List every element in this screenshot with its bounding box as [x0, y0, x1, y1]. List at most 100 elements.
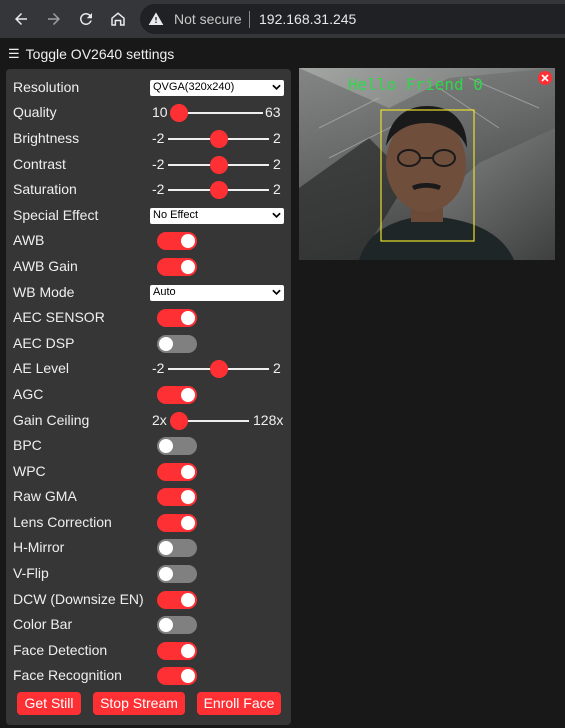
contrast-min: -2	[152, 156, 165, 172]
lens-correction-row: Lens Correction	[6, 511, 291, 535]
stop-stream-button[interactable]: Stop Stream	[93, 692, 185, 715]
saturation-row: Saturation -2 2	[6, 178, 291, 202]
arrow-left-icon	[15, 13, 27, 25]
gain-ceiling-min: 2x	[152, 412, 167, 428]
h-mirror-toggle[interactable]	[157, 539, 197, 557]
gain-ceiling-row: Gain Ceiling 2x 128x	[6, 409, 291, 433]
special-effect-value: No Effect	[153, 209, 199, 221]
home-button[interactable]	[106, 7, 130, 31]
color-bar-row: Color Bar	[6, 613, 291, 637]
face-detection-toggle[interactable]	[157, 642, 197, 660]
overlay-text: Hello Friend 0	[348, 75, 483, 94]
raw-gma-toggle[interactable]	[157, 488, 197, 506]
arrow-right-icon	[48, 13, 60, 25]
contrast-max: 2	[273, 156, 281, 172]
v-flip-label: V-Flip	[13, 565, 49, 581]
toggle-knob	[181, 388, 195, 402]
dcw-row: DCW (Downsize EN)	[6, 588, 291, 612]
resolution-label: Resolution	[13, 79, 80, 95]
contrast-label: Contrast	[13, 156, 66, 172]
toggle-knob	[159, 618, 173, 632]
lens-correction-label: Lens Correction	[13, 514, 112, 530]
quality-max: 63	[265, 104, 281, 120]
v-flip-toggle[interactable]	[157, 565, 197, 583]
forward-button[interactable]	[42, 7, 66, 31]
awb-toggle[interactable]	[157, 232, 197, 250]
reload-button[interactable]	[74, 7, 98, 31]
dcw-toggle[interactable]	[157, 591, 197, 609]
toggle-knob	[159, 567, 173, 581]
toggle-knob	[181, 490, 195, 504]
awb-label: AWB	[13, 232, 45, 248]
raw-gma-row: Raw GMA	[6, 485, 291, 509]
settings-toggle[interactable]: ☰ Toggle OV2640 settings	[8, 46, 174, 62]
agc-label: AGC	[13, 386, 44, 402]
color-bar-toggle[interactable]	[157, 616, 197, 634]
brightness-min: -2	[152, 130, 165, 146]
settings-panel: Resolution QVGA(320x240) Quality 10 63 B…	[6, 69, 291, 725]
brightness-max: 2	[273, 130, 281, 146]
security-label[interactable]: Not secure	[174, 11, 242, 27]
face-recognition-row: Face Recognition	[6, 664, 291, 688]
toggle-knob	[181, 234, 195, 248]
special-effect-label: Special Effect	[13, 207, 99, 223]
resolution-value: QVGA(320x240)	[153, 81, 235, 93]
bpc-label: BPC	[13, 437, 42, 453]
toggle-knob	[181, 260, 195, 274]
agc-toggle[interactable]	[157, 386, 197, 404]
ae-level-thumb[interactable]	[210, 360, 228, 378]
wpc-label: WPC	[13, 463, 46, 479]
v-flip-row: V-Flip	[6, 562, 291, 586]
bpc-row: BPC	[6, 434, 291, 458]
brightness-row: Brightness -2 2	[6, 127, 291, 151]
h-mirror-label: H-Mirror	[13, 539, 65, 555]
wpc-toggle[interactable]	[157, 463, 197, 481]
aec-dsp-label: AEC DSP	[13, 335, 75, 351]
brightness-label: Brightness	[13, 130, 80, 146]
aec-sensor-toggle[interactable]	[157, 309, 197, 327]
aec-dsp-toggle[interactable]	[157, 335, 197, 353]
wb-mode-label: WB Mode	[13, 284, 75, 300]
agc-row: AGC	[6, 383, 291, 407]
toggle-knob	[181, 311, 195, 325]
brightness-thumb[interactable]	[210, 130, 228, 148]
quality-label: Quality	[13, 104, 57, 120]
enroll-face-button[interactable]: Enroll Face	[197, 692, 281, 715]
saturation-min: -2	[152, 181, 165, 197]
face-detection-row: Face Detection	[6, 639, 291, 663]
wb-mode-select[interactable]: Auto	[150, 285, 284, 301]
gain-ceiling-label: Gain Ceiling	[13, 412, 90, 428]
gain-ceiling-max: 128x	[253, 412, 284, 428]
saturation-thumb[interactable]	[210, 181, 228, 199]
address-divider	[249, 11, 250, 28]
wb-mode-value: Auto	[153, 286, 176, 298]
chevron-down-icon	[272, 289, 281, 295]
close-stream-button[interactable]	[538, 71, 552, 85]
raw-gma-label: Raw GMA	[13, 488, 77, 504]
camera-stream[interactable]: Hello Friend 0	[299, 68, 555, 260]
toggle-knob	[181, 644, 195, 658]
contrast-thumb[interactable]	[210, 156, 228, 174]
aec-sensor-label: AEC SENSOR	[13, 309, 105, 325]
browser-toolbar: Not secure 192.168.31.245	[0, 0, 565, 38]
toggle-knob	[159, 439, 173, 453]
back-button[interactable]	[9, 7, 33, 31]
close-icon	[541, 74, 549, 82]
special-effect-select[interactable]: No Effect	[150, 208, 284, 224]
lens-correction-toggle[interactable]	[157, 514, 197, 532]
toggle-knob	[159, 541, 173, 555]
url-text[interactable]: 192.168.31.245	[259, 11, 356, 27]
address-bar[interactable]: Not secure 192.168.31.245	[140, 4, 565, 34]
toggle-knob	[181, 593, 195, 607]
toggle-knob	[181, 465, 195, 479]
home-icon	[111, 12, 125, 26]
quality-thumb[interactable]	[170, 104, 188, 122]
face-recognition-toggle[interactable]	[157, 667, 197, 685]
awb-gain-toggle[interactable]	[157, 258, 197, 276]
gain-ceiling-thumb[interactable]	[170, 412, 188, 430]
reload-icon	[79, 12, 92, 25]
resolution-select[interactable]: QVGA(320x240)	[150, 80, 284, 96]
get-still-button[interactable]: Get Still	[17, 692, 81, 715]
hamburger-icon: ☰	[8, 46, 20, 61]
bpc-toggle[interactable]	[157, 437, 197, 455]
